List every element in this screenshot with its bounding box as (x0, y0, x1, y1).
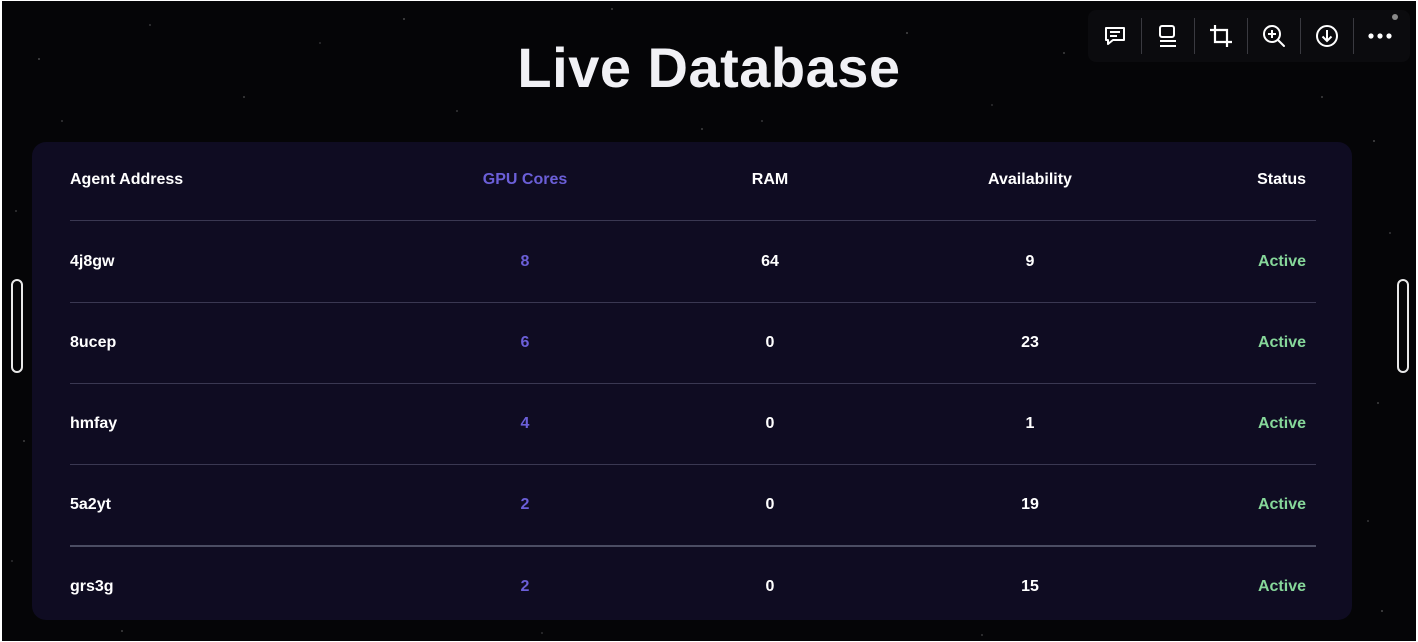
more-icon (1367, 33, 1392, 39)
table-row: 5a2yt 2 0 19 Active (70, 464, 1316, 545)
availability-cell: 1 (1025, 414, 1035, 432)
zoom-button[interactable] (1247, 10, 1300, 62)
status-cell: Active (1257, 333, 1306, 351)
agent-address-cell: 4j8gw (70, 252, 115, 270)
table-row: grs3g 2 0 15 Active (70, 546, 1316, 627)
agent-address-cell: hmfay (70, 414, 118, 432)
status-cell: Active (1257, 414, 1306, 432)
availability-cell: 23 (1021, 333, 1039, 351)
column-header-gpu-cores[interactable]: GPU Cores (370, 171, 680, 189)
table-row: hmfay 4 0 1 Active (70, 383, 1316, 464)
table-header-row: Agent Address GPU Cores RAM Availability… (70, 142, 1316, 218)
screenshot-frame: Live Database Agent Address GPU Cores RA… (2, 1, 1416, 641)
column-header-agent-address[interactable]: Agent Address (70, 171, 370, 189)
download-icon (1315, 25, 1338, 47)
column-header-availability[interactable]: Availability (860, 171, 1200, 189)
status-cell: Active (1257, 495, 1306, 513)
availability-cell: 19 (1021, 495, 1039, 513)
agent-address-cell: grs3g (70, 577, 114, 595)
ram-cell: 64 (761, 252, 779, 270)
database-table-card: Agent Address GPU Cores RAM Availability… (32, 142, 1352, 620)
ram-cell: 0 (765, 333, 775, 351)
gpu-cores-cell: 4 (520, 414, 530, 432)
notification-dot (1392, 14, 1398, 20)
download-button[interactable] (1300, 10, 1353, 62)
column-header-status[interactable]: Status (1200, 171, 1316, 189)
ram-cell: 0 (765, 414, 775, 432)
table-row: 4j8gw 8 64 9 Active (70, 221, 1316, 302)
crop-icon (1209, 25, 1232, 47)
comment-icon (1104, 27, 1125, 45)
agent-address-cell: 5a2yt (70, 495, 111, 513)
crop-button[interactable] (1194, 10, 1247, 62)
left-resize-handle[interactable] (11, 279, 23, 373)
gpu-cores-cell: 2 (520, 495, 530, 513)
table-row: 8ucep 6 0 23 Active (70, 302, 1316, 383)
availability-cell: 9 (1025, 252, 1035, 270)
gpu-cores-cell: 6 (520, 333, 530, 351)
zoom-in-icon (1262, 25, 1285, 47)
ram-cell: 0 (765, 577, 775, 595)
status-cell: Active (1257, 252, 1306, 270)
image-toolbar (1088, 10, 1410, 62)
availability-cell: 15 (1021, 577, 1039, 595)
caption-icon (1158, 25, 1176, 47)
status-cell: Active (1257, 577, 1306, 595)
comment-button[interactable] (1088, 10, 1141, 62)
agent-address-cell: 8ucep (70, 333, 117, 351)
caption-button[interactable] (1141, 10, 1194, 62)
ram-cell: 0 (765, 495, 775, 513)
gpu-cores-cell: 2 (520, 577, 530, 595)
right-resize-handle[interactable] (1397, 279, 1409, 373)
gpu-cores-cell: 8 (520, 252, 530, 270)
more-button[interactable] (1353, 10, 1406, 62)
column-header-ram[interactable]: RAM (680, 171, 860, 189)
